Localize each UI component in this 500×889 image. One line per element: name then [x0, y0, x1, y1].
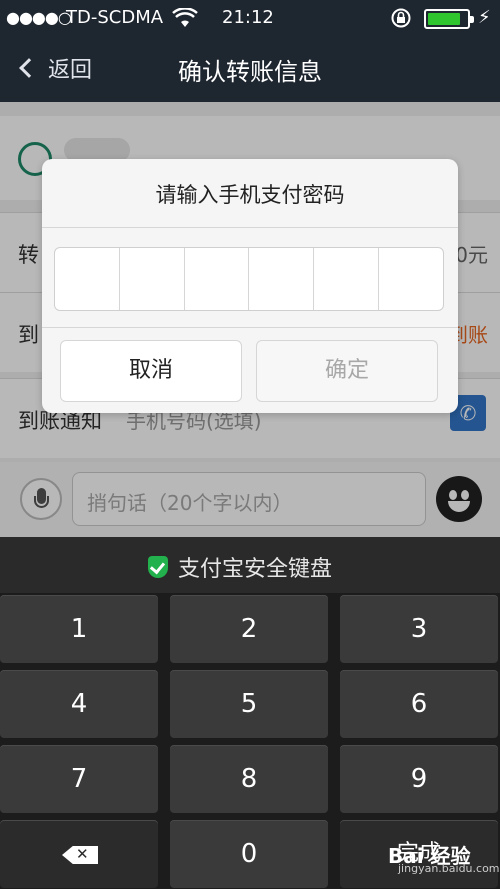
backspace-key[interactable]: ✕ [0, 820, 158, 888]
shield-check-icon [148, 556, 168, 578]
pin-digit [120, 248, 185, 310]
charging-icon: ⚡ [478, 7, 491, 28]
key-1[interactable]: 1 [0, 595, 158, 663]
key-3[interactable]: 3 [340, 595, 498, 663]
navigation-bar: 返回 确认转账信息 [0, 36, 500, 102]
dialog-divider [42, 227, 458, 228]
keyboard-title: 支付宝安全键盘 [178, 557, 333, 582]
pin-digit [379, 248, 443, 310]
key-6[interactable]: 6 [340, 670, 498, 738]
keyboard-header: 支付宝安全键盘 [0, 537, 500, 593]
battery-nub [470, 16, 474, 23]
key-4[interactable]: 4 [0, 670, 158, 738]
pin-digit [314, 248, 380, 310]
key-2[interactable]: 2 [170, 595, 328, 663]
status-bar: ●●●●○ TD-SCDMA 21:12 ⚡ [0, 0, 500, 36]
clock: 21:12 [222, 7, 274, 28]
dialog-title: 请输入手机支付密码 [155, 183, 345, 207]
page-title: 确认转账信息 [178, 58, 322, 86]
backspace-icon: ✕ [62, 846, 98, 864]
pin-digit [249, 248, 315, 310]
backspace-glyph: ✕ [76, 845, 89, 863]
key-7[interactable]: 7 [0, 745, 158, 813]
carrier-name: TD-SCDMA [66, 7, 164, 28]
key-0[interactable]: 0 [170, 820, 328, 888]
pin-digit [185, 248, 250, 310]
confirm-button[interactable]: 确定 [256, 340, 438, 402]
dialog-divider [42, 327, 458, 328]
rotation-lock-icon [391, 8, 411, 28]
key-9[interactable]: 9 [340, 745, 498, 813]
cancel-button[interactable]: 取消 [60, 340, 242, 402]
wifi-icon [172, 8, 198, 27]
battery-icon [424, 9, 474, 29]
key-8[interactable]: 8 [170, 745, 328, 813]
key-5[interactable]: 5 [170, 670, 328, 738]
secure-keyboard: 支付宝安全键盘 1 2 3 4 5 6 7 8 9 ✕ 0 完成 [0, 537, 500, 889]
password-dialog: 请输入手机支付密码 取消 确定 [42, 159, 458, 413]
pin-digit [55, 248, 120, 310]
signal-strength-icon: ●●●●○ [6, 8, 72, 27]
pin-input[interactable] [54, 247, 444, 311]
watermark-url: jingyan.baidu.com [398, 862, 500, 875]
battery-level [428, 13, 461, 25]
